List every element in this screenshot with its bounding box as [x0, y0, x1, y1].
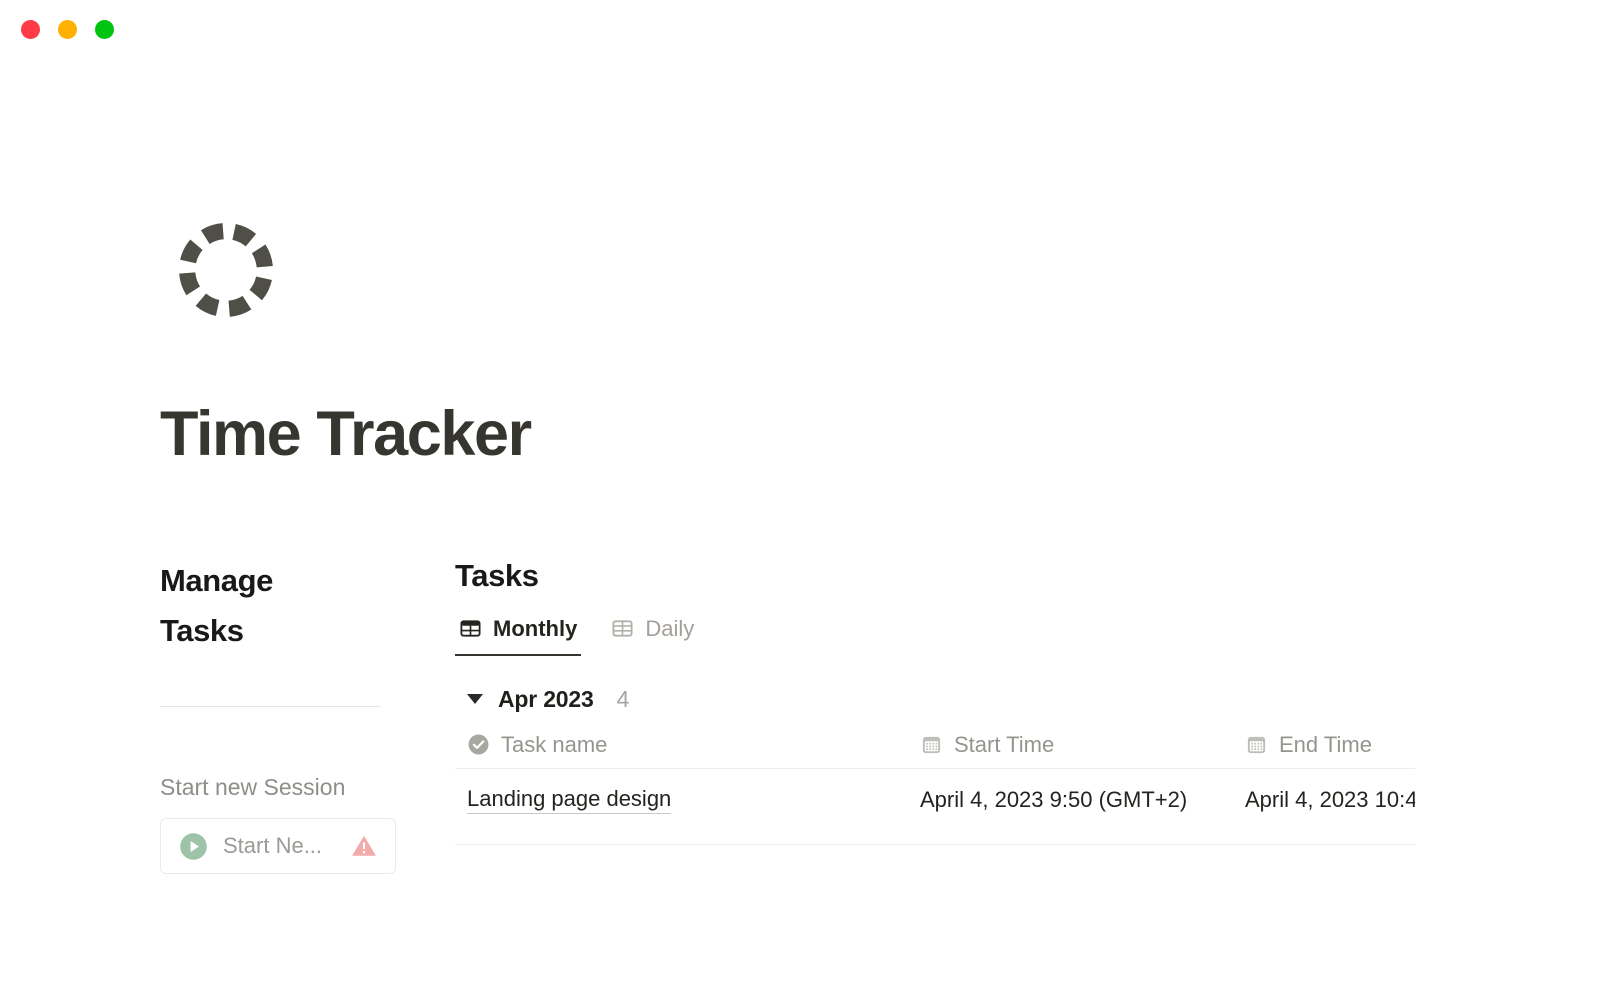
table-cell-start-time[interactable]: April 4, 2023 9:50 (GMT+2)	[920, 783, 1245, 816]
table-row[interactable]: Landing page design April 4, 2023 9:50 (…	[455, 768, 1415, 846]
sidebar-heading: Manage Tasks	[160, 563, 274, 649]
column-header-task-name[interactable]: Task name	[455, 733, 920, 756]
calendar-icon	[1245, 733, 1268, 756]
column-header-start-time[interactable]: Start Time	[920, 733, 1245, 756]
app-window: Time Tracker Manage Tasks Start new Sess…	[0, 0, 1600, 1000]
table-view-icon	[459, 617, 482, 640]
sidebar-divider	[160, 706, 380, 708]
column-header-start-time-label: Start Time	[954, 733, 1055, 757]
tasks-heading: Tasks	[455, 558, 539, 593]
tab-monthly-label: Monthly	[493, 615, 578, 641]
tab-monthly[interactable]: Monthly	[455, 615, 582, 657]
start-session-label: Start new Session	[160, 774, 346, 801]
warning-triangle-icon	[351, 833, 377, 859]
end-time-value: April 4, 2023 10:45 (GMT+2)	[1245, 787, 1415, 813]
group-count: 4	[616, 685, 630, 712]
caret-down-icon[interactable]	[467, 694, 483, 705]
close-window-button[interactable]	[21, 20, 40, 39]
play-circle-icon	[179, 832, 208, 861]
column-header-task-name-label: Task name	[501, 733, 608, 757]
tab-daily[interactable]: Daily	[607, 617, 698, 656]
tasks-table: Task name Start Time End Time Landing pa…	[455, 733, 1415, 846]
table-cell-task-name: Landing page design	[455, 783, 920, 815]
window-titlebar	[0, 0, 1600, 62]
check-circle-icon	[467, 733, 490, 756]
tasks-table-scroll-area[interactable]: Task name Start Time End Time Landing pa…	[455, 733, 1415, 846]
view-tabs: Monthly Daily	[455, 615, 1415, 657]
page-title: Time Tracker	[160, 399, 532, 469]
start-new-session-label: Start Ne...	[223, 833, 323, 859]
maximize-window-button[interactable]	[95, 20, 114, 39]
start-new-session-button[interactable]: Start Ne...	[160, 818, 396, 875]
table-view-icon	[611, 617, 634, 640]
window-controls	[21, 20, 114, 39]
table-header-row: Task name Start Time End Time	[455, 733, 1415, 768]
tabs-rule	[455, 655, 1415, 657]
column-header-end-time[interactable]: End Time	[1245, 733, 1415, 756]
tab-daily-label: Daily	[645, 615, 695, 641]
sidebar: Manage Tasks Start new Session Start Ne.…	[160, 556, 418, 875]
tasks-panel: Tasks Monthly Daily Apr 2023 4 Task name…	[455, 556, 1415, 846]
task-name-link[interactable]: Landing page design	[467, 786, 672, 815]
dashed-circle-icon	[172, 216, 280, 324]
minimize-window-button[interactable]	[58, 20, 77, 39]
group-name: Apr 2023	[498, 685, 594, 712]
table-cell-end-time[interactable]: April 4, 2023 10:45 (GMT+2)	[1245, 783, 1415, 816]
column-header-end-time-label: End Time	[1279, 733, 1372, 757]
start-time-value: April 4, 2023 9:50 (GMT+2)	[920, 787, 1188, 813]
calendar-icon	[920, 733, 943, 756]
group-header-apr-2023[interactable]: Apr 2023 4	[455, 682, 1415, 716]
